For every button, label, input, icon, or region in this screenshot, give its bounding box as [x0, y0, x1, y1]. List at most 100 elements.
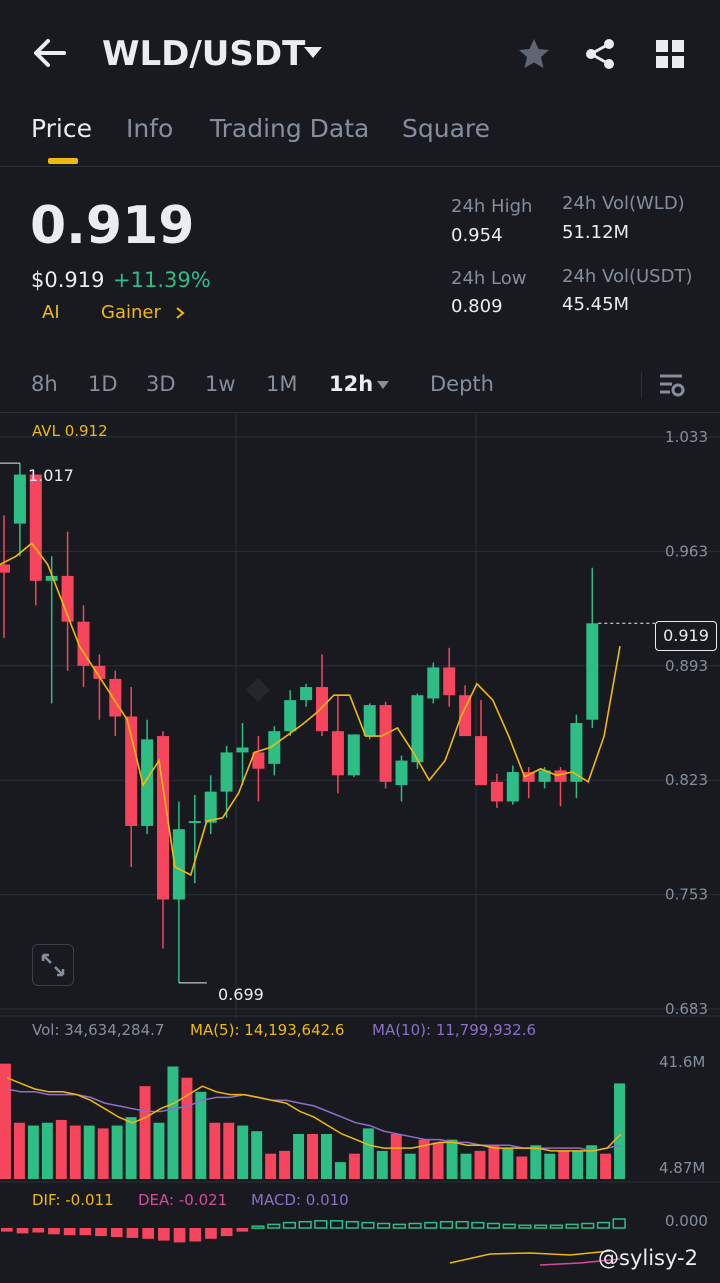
volume-bar	[265, 1153, 277, 1179]
candle-body	[506, 772, 519, 802]
caret-down-icon[interactable]	[376, 380, 390, 390]
interval-depth[interactable]: Depth	[430, 372, 494, 396]
macd-bar	[486, 1222, 501, 1229]
tag-gainer[interactable]: Gainer	[101, 302, 161, 323]
avl-line	[0, 542, 621, 877]
volume-bar	[251, 1131, 263, 1179]
tab-bar: Price Info Trading Data Square	[0, 100, 720, 167]
price-tick-label: 0.893	[665, 657, 708, 675]
back-arrow-icon[interactable]	[30, 36, 70, 70]
tab-info[interactable]: Info	[126, 114, 173, 143]
expand-button[interactable]	[32, 944, 74, 986]
share-icon[interactable]	[582, 36, 618, 72]
macd-bar	[110, 1228, 123, 1237]
interval-3d[interactable]: 3D	[146, 372, 176, 396]
macd-bar	[455, 1220, 469, 1229]
macd-bar	[392, 1223, 406, 1229]
grid-icon[interactable]	[654, 38, 686, 70]
candle-body	[29, 474, 42, 581]
watermark-text: @sylisy-2	[598, 1246, 698, 1270]
last-price-tag: 0.919	[655, 621, 717, 651]
macd-bar	[439, 1220, 454, 1229]
chevron-right-icon[interactable]	[174, 306, 186, 320]
candle-body	[316, 687, 328, 732]
volume-bar	[27, 1125, 39, 1179]
macd-bar	[518, 1224, 532, 1229]
interval-12h[interactable]: 12h	[329, 372, 373, 396]
vol-tick-high: 41.6M	[659, 1053, 706, 1071]
volume-bar	[55, 1119, 67, 1179]
vol-tick-low: 4.87M	[659, 1159, 706, 1177]
volume-bar	[432, 1142, 444, 1179]
tab-square[interactable]: Square	[402, 114, 490, 143]
macd-bar	[189, 1228, 202, 1242]
avl-polyline	[0, 542, 621, 877]
volume-label: Vol: 34,634,284.7	[32, 1021, 165, 1039]
volume-bar	[544, 1153, 556, 1179]
candlestick-series	[0, 463, 599, 983]
volume-bar	[195, 1091, 207, 1179]
candle-body	[220, 752, 233, 792]
candle-body	[379, 705, 392, 782]
caret-down-icon[interactable]	[302, 44, 324, 60]
volume-bar	[516, 1156, 528, 1179]
price-tick-label: 1.033	[665, 428, 708, 446]
macd-bar	[220, 1228, 233, 1237]
macd-bar	[565, 1223, 579, 1229]
star-icon[interactable]	[516, 36, 552, 72]
candle-body	[13, 474, 26, 524]
volume-bar	[293, 1134, 305, 1179]
macd-bar	[32, 1228, 45, 1233]
volume-bar	[572, 1150, 584, 1179]
volume-bar	[320, 1134, 332, 1179]
volume-bar	[223, 1122, 235, 1179]
candle-body	[331, 731, 344, 776]
vol-base-value: 51.12M	[562, 222, 630, 243]
min-price-label: 0.699	[218, 985, 264, 1004]
volume-bar	[488, 1145, 500, 1179]
tab-price[interactable]: Price	[31, 114, 92, 143]
interval-8h[interactable]: 8h	[31, 372, 58, 396]
usd-price: $0.919	[31, 268, 105, 292]
interval-1d[interactable]: 1D	[88, 372, 118, 396]
interval-1m[interactable]: 1M	[266, 372, 297, 396]
macd-bar	[48, 1228, 60, 1235]
tab-trading-data[interactable]: Trading Data	[210, 114, 369, 143]
macd-label: MACD: 0.010	[251, 1191, 349, 1209]
low-value: 0.809	[451, 296, 503, 317]
macd-bar	[173, 1228, 186, 1243]
volume-bar	[474, 1150, 486, 1179]
volume-bar	[125, 1117, 137, 1179]
candle-body	[236, 747, 249, 753]
divider	[641, 372, 642, 398]
macd-bar	[361, 1221, 375, 1229]
volume-bar	[530, 1145, 542, 1179]
tag-ai[interactable]: AI	[42, 302, 60, 323]
volume-bar	[41, 1122, 53, 1179]
macd-bar	[1, 1228, 13, 1232]
vol-quote-value: 45.45M	[562, 294, 630, 315]
pair-title[interactable]: WLD/USDT	[102, 34, 305, 74]
volume-bar	[362, 1128, 374, 1179]
candle-body	[347, 734, 360, 776]
volume-bar	[139, 1086, 151, 1179]
macd-zero-tick: 0.000	[665, 1212, 708, 1230]
macd-bar	[79, 1228, 92, 1236]
candle-body	[443, 667, 456, 696]
candle-body	[570, 723, 583, 782]
chart-settings-icon[interactable]	[658, 372, 686, 398]
candle-body	[109, 678, 122, 717]
candle-body	[300, 687, 313, 701]
candle-body	[395, 760, 408, 786]
candle-body	[363, 705, 376, 737]
macd-bar	[581, 1222, 595, 1229]
interval-1w[interactable]: 1w	[205, 372, 236, 396]
volume-bar	[376, 1150, 388, 1179]
macd-bar	[408, 1222, 422, 1229]
price-change: +11.39%	[113, 268, 211, 292]
volume-bar	[390, 1134, 402, 1179]
max-price-label: 1.017	[28, 466, 74, 485]
macd-bar	[298, 1220, 312, 1229]
volume-bar	[614, 1083, 625, 1179]
kline-chart[interactable]: 1.033 0.963 0.893 0.823 0.753 0.683	[0, 413, 720, 1283]
